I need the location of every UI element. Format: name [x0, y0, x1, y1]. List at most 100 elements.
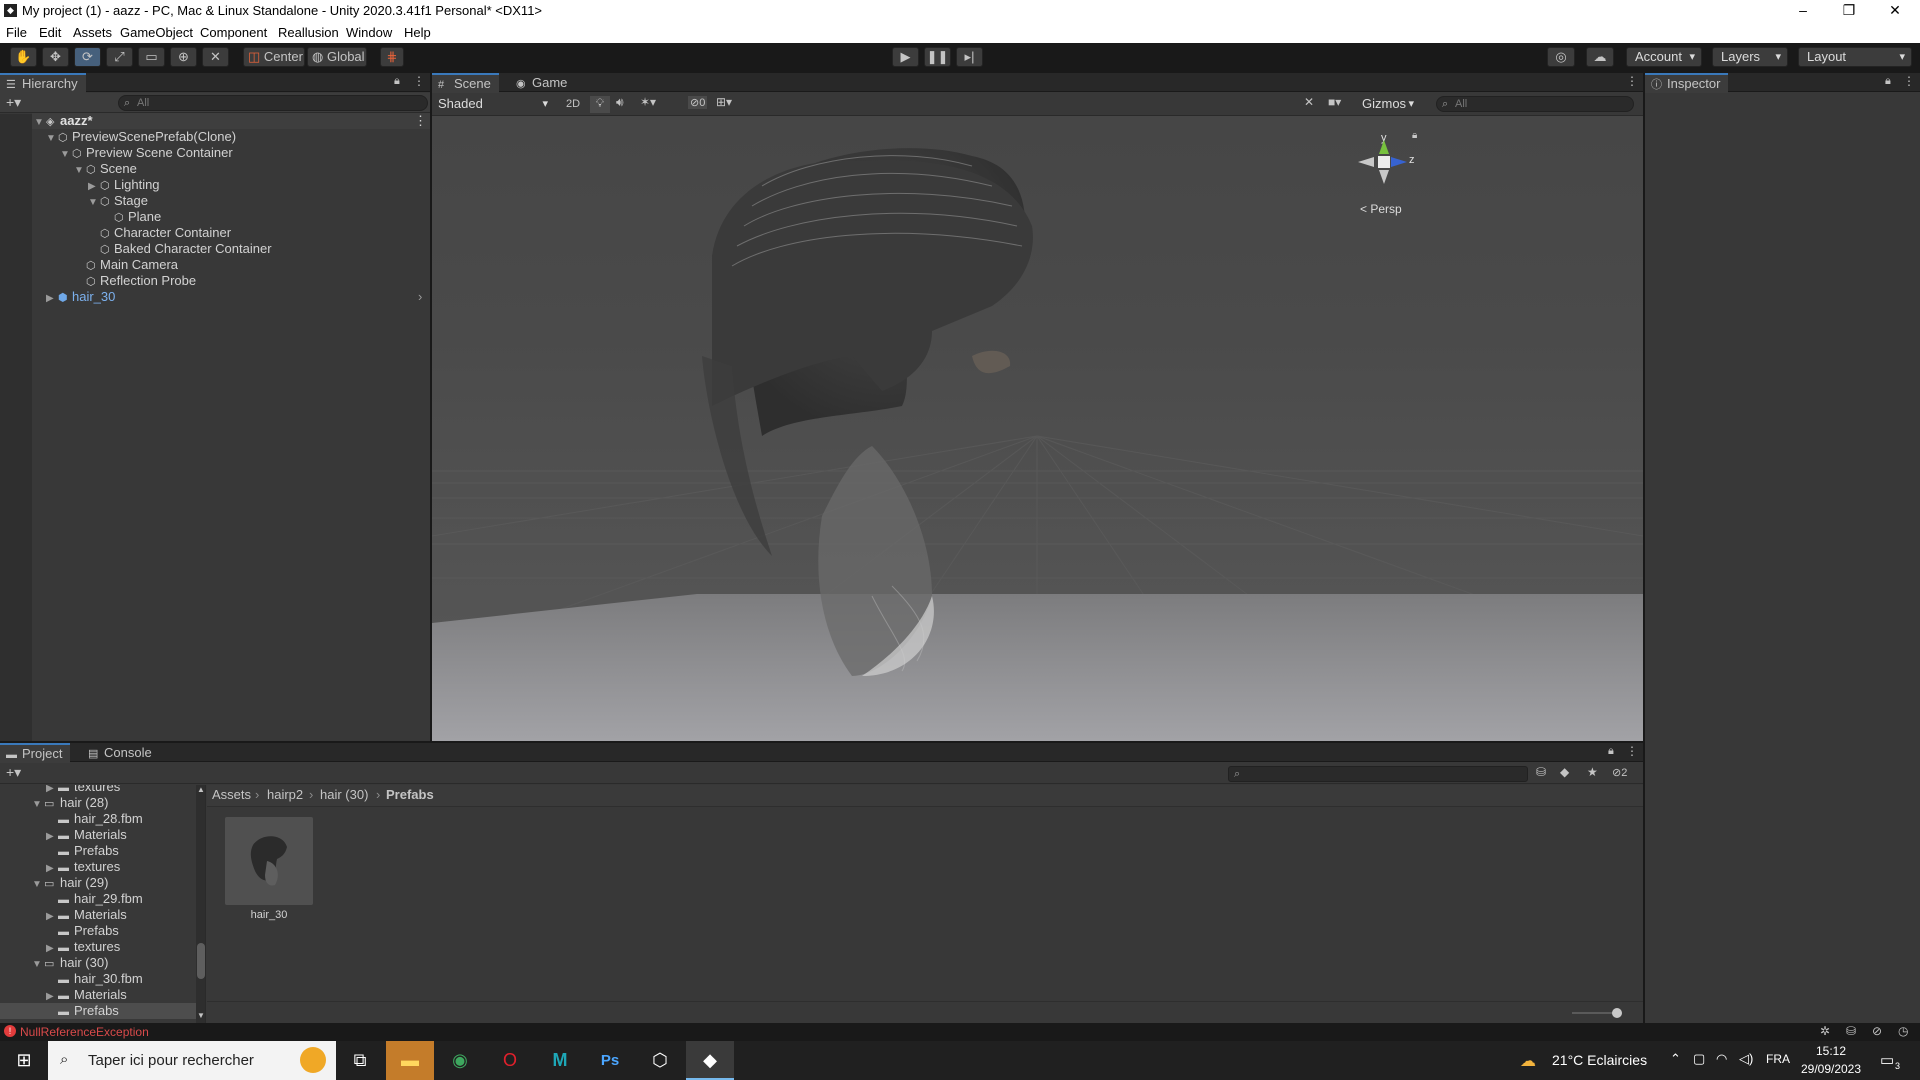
- custom-tool-button[interactable]: ✕: [202, 47, 229, 67]
- scene-options-icon[interactable]: ⋮: [414, 113, 427, 129]
- cloud-button[interactable]: ☁: [1586, 47, 1614, 67]
- folder-tree-item-selected[interactable]: ▬ Prefabs: [0, 1003, 200, 1019]
- favorite-star-icon[interactable]: ★: [1587, 765, 1598, 779]
- progress-icon[interactable]: ◷: [1898, 1024, 1908, 1038]
- menu-assets[interactable]: Assets: [73, 25, 112, 40]
- weather-icon[interactable]: ☁: [1520, 1051, 1536, 1071]
- add-icon[interactable]: +▾: [6, 94, 21, 111]
- folder-tree-item[interactable]: ▶ ▬ textures: [46, 785, 120, 795]
- hierarchy-item[interactable]: ⬡ Baked Character Container: [100, 241, 272, 257]
- file-explorer-icon[interactable]: ▬: [386, 1041, 434, 1080]
- folder-tree-item[interactable]: ▼ ▭ hair (29): [32, 875, 108, 891]
- step-button[interactable]: ▸|: [956, 47, 983, 67]
- create-asset-icon[interactable]: +▾: [6, 764, 21, 781]
- hierarchy-item[interactable]: ⬡ Character Container: [100, 225, 231, 241]
- weather-text[interactable]: 21°C Eclaircies: [1552, 1052, 1647, 1068]
- axis-z-cone-icon[interactable]: [1391, 157, 1407, 167]
- debug-icon[interactable]: ✲: [1820, 1024, 1830, 1038]
- gizmo-center-cube[interactable]: [1378, 156, 1390, 168]
- rect-tool-button[interactable]: ▭: [138, 47, 165, 67]
- notifications-icon[interactable]: ▭: [1880, 1051, 1894, 1069]
- clock-date[interactable]: 29/09/2023: [1796, 1062, 1866, 1076]
- menu-edit[interactable]: Edit: [39, 25, 61, 40]
- menu-component[interactable]: Component: [200, 25, 267, 40]
- search-by-type-icon[interactable]: ⛁: [1536, 765, 1546, 779]
- hierarchy-item[interactable]: ▼ ⬡ Stage: [88, 193, 148, 209]
- folder-tree-item[interactable]: ▶ ▬ Materials: [46, 827, 127, 843]
- tab-inspector[interactable]: ⓘ Inspector: [1645, 73, 1729, 93]
- breadcrumb-item[interactable]: hairp2: [267, 785, 303, 805]
- tab-game[interactable]: ◉ Game: [510, 73, 575, 93]
- scene-more-options-icon[interactable]: ⋮: [1626, 74, 1638, 88]
- unity-hub-icon[interactable]: ⬡: [636, 1041, 684, 1080]
- project-search-input[interactable]: [1228, 766, 1528, 782]
- taskbar-search-box[interactable]: ⌕ Taper ici pour rechercher: [48, 1041, 336, 1080]
- windows-start-icon[interactable]: ⊞: [0, 1041, 48, 1080]
- status-error-message[interactable]: NullReferenceException: [20, 1025, 149, 1039]
- folder-tree-item[interactable]: ▶ ▬ textures: [46, 939, 120, 955]
- grid-toggle-icon[interactable]: ⊞▾: [716, 95, 732, 109]
- effects-toggle-icon[interactable]: ✶▾: [640, 95, 656, 109]
- folder-tree-item[interactable]: ▬ Prefabs: [58, 923, 119, 939]
- lock-icon[interactable]: 🔒︎: [394, 75, 400, 88]
- chrome-icon[interactable]: ◉: [436, 1041, 484, 1080]
- hierarchy-item-prefab[interactable]: ▶ ⬢ hair_30 ›: [46, 289, 430, 305]
- menu-help[interactable]: Help: [404, 25, 431, 40]
- menu-file[interactable]: File: [6, 25, 27, 40]
- folder-tree-item[interactable]: ▶ ▬ Materials: [46, 907, 127, 923]
- hierarchy-search-input[interactable]: All: [118, 95, 428, 111]
- hierarchy-item[interactable]: ▼ ⬡ Preview Scene Container: [60, 145, 233, 161]
- task-view-icon[interactable]: ⧉: [336, 1041, 384, 1080]
- collab-button[interactable]: ◎: [1547, 47, 1575, 67]
- scroll-up-arrow-icon[interactable]: ▲: [197, 785, 205, 794]
- close-button[interactable]: ✕: [1872, 0, 1918, 22]
- hierarchy-item[interactable]: ▼ ⬡ Scene: [74, 161, 137, 177]
- tray-chevron-icon[interactable]: ⌃: [1670, 1051, 1681, 1067]
- folder-tree-item[interactable]: ▬ hair_29.fbm: [58, 891, 143, 907]
- tab-scene[interactable]: # Scene: [432, 73, 499, 93]
- folder-tree-item[interactable]: ▶ ▬ Materials: [46, 987, 127, 1003]
- pivot-rotation-button[interactable]: ◍ Global: [307, 47, 367, 67]
- breadcrumb-item[interactable]: hair (30): [320, 785, 368, 805]
- marvelous-icon[interactable]: M: [536, 1041, 584, 1080]
- menu-gameobject[interactable]: GameObject: [120, 25, 193, 40]
- folder-tree-item[interactable]: ▶ ▬ textures: [46, 859, 120, 875]
- search-by-label-icon[interactable]: ◆: [1560, 765, 1569, 779]
- scroll-down-arrow-icon[interactable]: ▼: [197, 1011, 205, 1020]
- inspector-more-icon[interactable]: ⋮: [1903, 74, 1915, 88]
- zoom-slider-thumb[interactable]: [1612, 1008, 1622, 1018]
- hierarchy-item[interactable]: ⬡ Reflection Probe: [86, 273, 196, 289]
- tools-icon[interactable]: ✕: [1304, 95, 1314, 109]
- shading-mode-dropdown[interactable]: Shaded: [434, 95, 554, 115]
- network-icon[interactable]: ◠: [1716, 1051, 1727, 1067]
- scene-search-input[interactable]: All: [1436, 96, 1634, 112]
- audio-toggle-icon[interactable]: 🔊︎: [616, 95, 624, 110]
- unity-editor-icon[interactable]: ◆: [686, 1041, 734, 1080]
- photoshop-icon[interactable]: Ps: [586, 1041, 634, 1080]
- rotate-tool-button[interactable]: ⟳: [74, 47, 101, 67]
- breadcrumb-item[interactable]: Assets: [212, 785, 251, 805]
- hierarchy-item[interactable]: ▼ ⬡ PreviewScenePrefab(Clone): [46, 129, 236, 145]
- layout-dropdown[interactable]: Layout: [1798, 47, 1912, 67]
- breadcrumb-item-current[interactable]: Prefabs: [386, 785, 434, 805]
- gizmos-dropdown[interactable]: Gizmos: [1358, 95, 1420, 115]
- axis-neg-x-cone-icon[interactable]: [1358, 157, 1374, 167]
- tab-hierarchy[interactable]: ☰ Hierarchy: [0, 73, 86, 93]
- hand-tool-button[interactable]: ✋: [10, 47, 37, 67]
- clock-time[interactable]: 15:12: [1800, 1044, 1862, 1058]
- hidden-objects-toggle[interactable]: ⊘0: [688, 96, 708, 109]
- folder-tree-item[interactable]: ▬ Prefabs: [58, 843, 119, 859]
- hierarchy-item[interactable]: ⬡ Plane: [114, 209, 161, 225]
- 2d-toggle[interactable]: 2D: [562, 96, 584, 112]
- pivot-mode-button[interactable]: ◫ Center: [243, 47, 305, 67]
- scale-tool-button[interactable]: ⤢: [106, 47, 133, 67]
- lighting-toggle-icon[interactable]: 💡︎: [590, 96, 610, 113]
- folder-tree-scrollbar[interactable]: ▲ ▼: [196, 785, 205, 1023]
- tab-console[interactable]: ▤ Console: [82, 743, 160, 763]
- gizmo-lock-icon[interactable]: 🔒︎: [1412, 130, 1417, 141]
- layers-dropdown[interactable]: Layers: [1712, 47, 1788, 67]
- scene-viewport[interactable]: y z 🔒︎ < Persp: [432, 116, 1643, 741]
- menu-reallusion[interactable]: Reallusion: [278, 25, 339, 40]
- hierarchy-scene-row[interactable]: ▼ ◈ aazz* ⋮: [32, 113, 430, 129]
- language-indicator[interactable]: FRA: [1766, 1052, 1790, 1066]
